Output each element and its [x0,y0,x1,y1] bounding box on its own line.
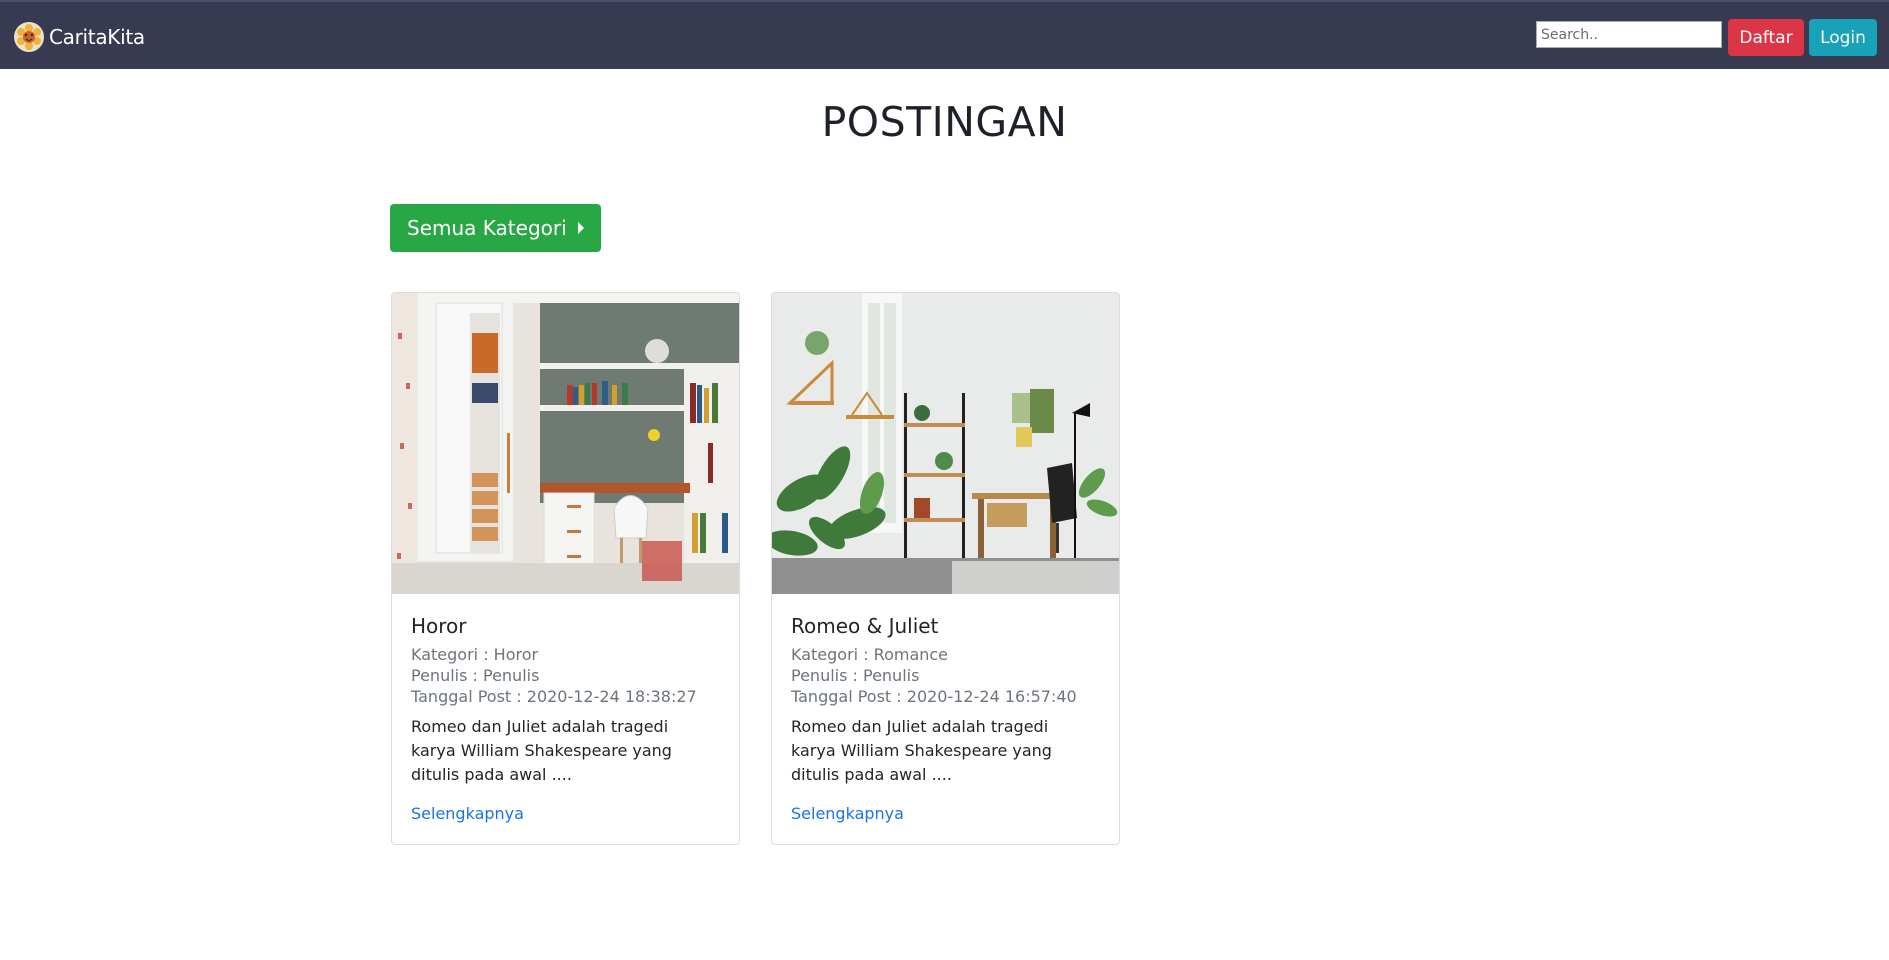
brand-name: CaritaKita [49,25,145,49]
read-more-link[interactable]: Selengkapnya [411,804,524,823]
post-category: Kategori : Romance [791,645,949,664]
post-category: Kategori : Horor [411,645,539,664]
post-excerpt: Romeo dan Juliet adalah tragedi karya Wi… [411,717,672,784]
post-date: Tanggal Post : 2020-12-24 16:57:40 [791,687,1077,706]
post-card: Romeo & Juliet Kategori : Romance Penuli… [771,292,1120,845]
post-author: Penulis : Penulis [411,666,540,685]
post-date: Tanggal Post : 2020-12-24 18:38:27 [411,687,697,706]
all-categories-button[interactable]: Semua Kategori [390,204,601,252]
daftar-button[interactable]: Daftar [1728,19,1804,56]
brand-logo-icon [14,22,44,52]
post-image [772,293,1119,594]
caret-right-icon [577,222,584,234]
post-card: Horor Kategori : Horor Penulis : Penulis… [391,292,740,845]
post-author: Penulis : Penulis [791,666,920,685]
post-title: Romeo & Juliet [791,614,939,638]
search-input[interactable] [1536,21,1722,48]
brand-link[interactable]: CaritaKita [13,21,145,53]
post-image [392,293,739,594]
all-categories-label: Semua Kategori [407,216,567,240]
post-excerpt: Romeo dan Juliet adalah tragedi karya Wi… [791,717,1052,784]
navbar: CaritaKita Daftar Login [0,0,1889,69]
page-title: POSTINGAN [821,98,1068,146]
post-title: Horor [411,614,467,638]
read-more-link[interactable]: Selengkapnya [791,804,904,823]
login-button[interactable]: Login [1809,19,1877,56]
